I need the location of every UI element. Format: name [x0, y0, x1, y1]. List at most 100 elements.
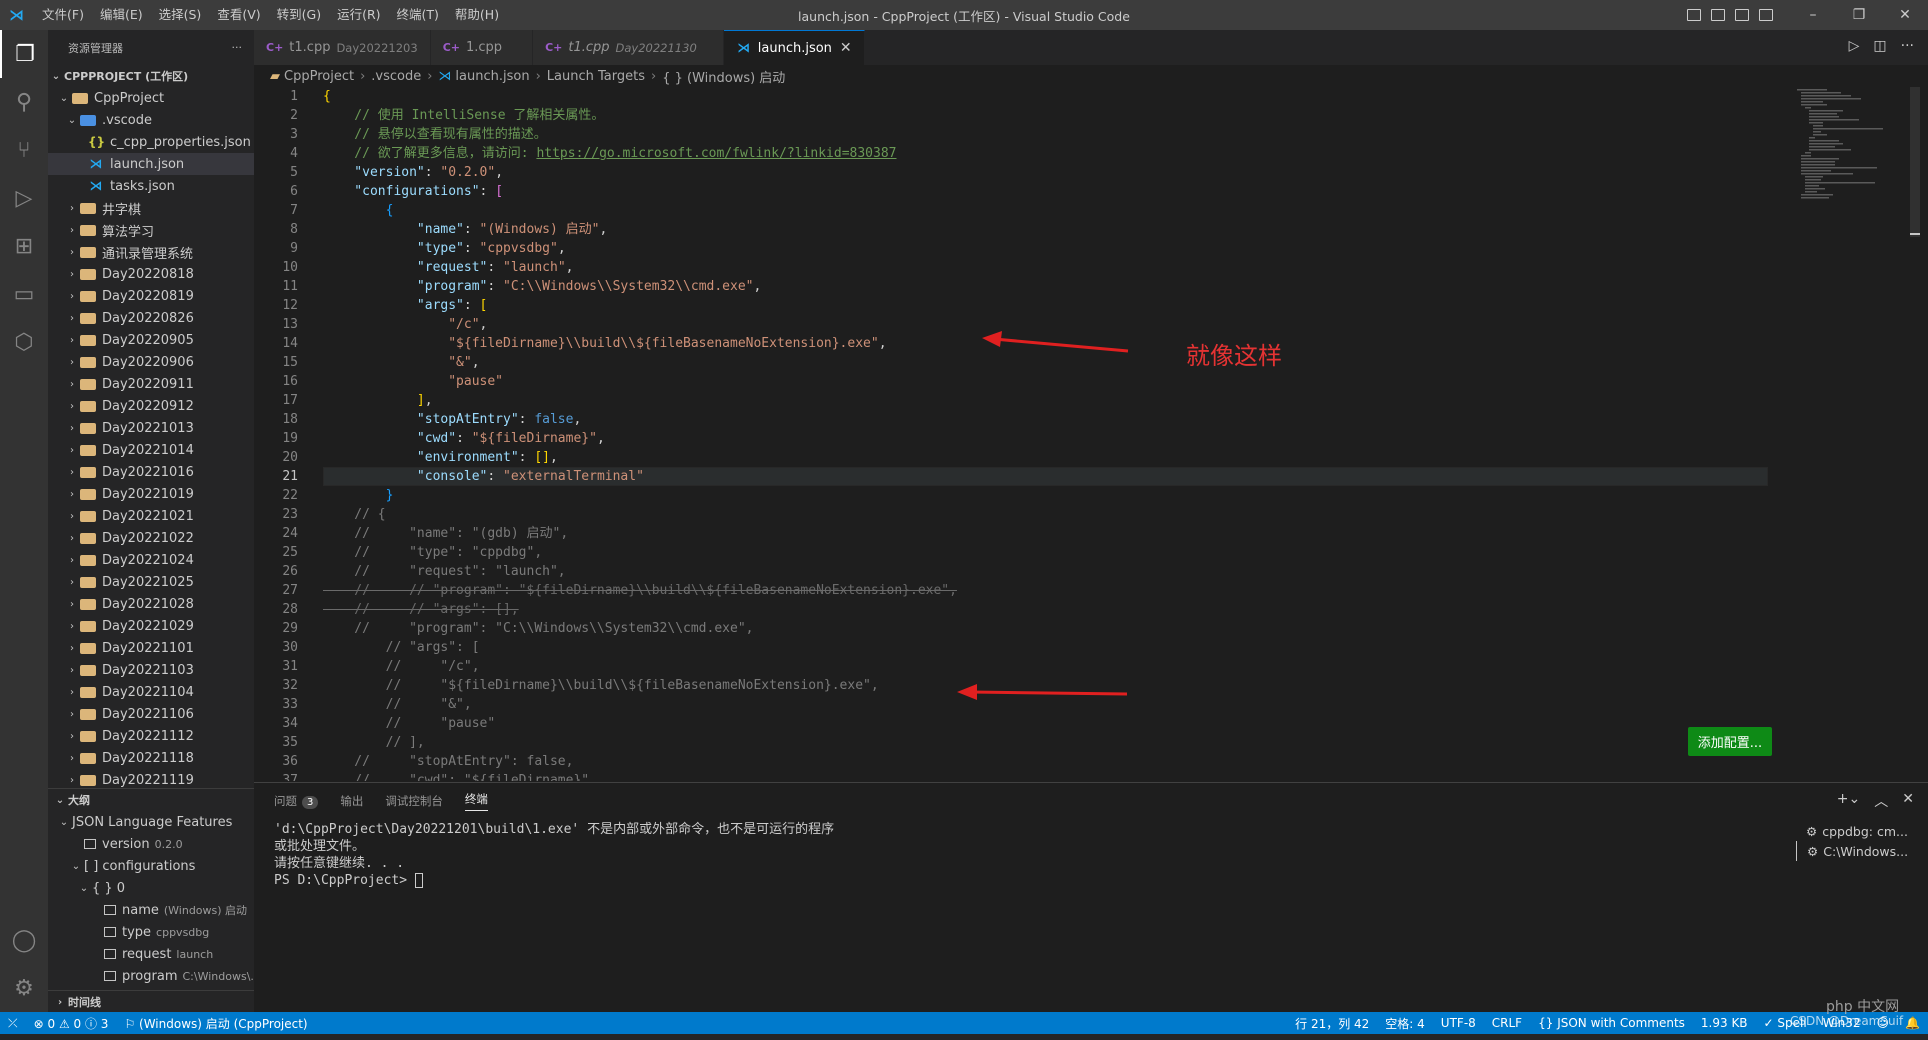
tree-item-tasks-json[interactable]: ⋊ tasks.json	[48, 175, 254, 197]
code-editor[interactable]: 1{2 // 使用 IntelliSense 了解相关属性。 3 // 悬停以查看…	[254, 87, 1774, 781]
vertical-scrollbar[interactable]	[1906, 87, 1920, 781]
tab-terminal[interactable]: 终端	[464, 791, 488, 811]
outline-configurations[interactable]: ⌄[ ] configurations	[48, 855, 254, 877]
breadcrumb-item[interactable]: { } (Windows) 启动	[662, 67, 785, 86]
restore-icon[interactable]: ❐	[1836, 7, 1882, 23]
tree-item-folder[interactable]: › Day20221118	[48, 747, 254, 769]
tab-t1-cpp-1130[interactable]: C+ t1.cpp Day20221130	[533, 30, 724, 65]
tree-item-cppproject[interactable]: ⌄ CppProject	[48, 87, 254, 109]
tree-item-folder[interactable]: › Day20221112	[48, 725, 254, 747]
toggle-panel-icon[interactable]	[1711, 9, 1725, 21]
terminal-output[interactable]: 'd:\CppProject\Day20221201\build\1.exe' …	[274, 821, 834, 889]
tree-item-folder[interactable]: › Day20221016	[48, 461, 254, 483]
tree-item-folder[interactable]: › Day20220911	[48, 373, 254, 395]
settings-gear-icon[interactable]: ⚙	[0, 964, 48, 1012]
close-panel-icon[interactable]: ✕	[1902, 791, 1914, 811]
debug-status[interactable]: ⚐ (Windows) 启动 (CppProject)	[116, 1015, 315, 1032]
more-actions-icon[interactable]: ···	[1901, 38, 1914, 54]
remote-explorer-icon[interactable]: ▭	[0, 270, 48, 318]
tab-launch-json[interactable]: ⋊ launch.json ✕	[723, 30, 865, 65]
tree-item-folder[interactable]: › Day20220818	[48, 263, 254, 285]
outline-header[interactable]: ⌄ 大纲	[48, 789, 254, 811]
explorer-icon[interactable]: ❐	[0, 30, 48, 78]
language-mode[interactable]: {} JSON with Comments	[1530, 1016, 1693, 1030]
tree-item-folder[interactable]: › Day20221022	[48, 527, 254, 549]
tree-item-folder[interactable]: › Day20220826	[48, 307, 254, 329]
menu-go[interactable]: 转到(G)	[269, 0, 329, 30]
tree-item-folder[interactable]: › Day20221101	[48, 637, 254, 659]
account-icon[interactable]: ◯	[0, 916, 48, 964]
run-icon[interactable]: ▷	[1849, 38, 1860, 54]
menu-selection[interactable]: 选择(S)	[151, 0, 210, 30]
tree-item-folder[interactable]: › 通讯录管理系统	[48, 241, 254, 263]
workspace-root[interactable]: ⌄ CPPPROJECT (工作区)	[48, 65, 254, 87]
tab-debug-console[interactable]: 调试控制台	[385, 793, 443, 809]
terminal-instance[interactable]: ⚙ cppdbg: cm...	[1796, 821, 1928, 841]
source-control-icon[interactable]: ⑂	[0, 126, 48, 174]
tab-1-cpp[interactable]: C+ 1.cpp	[430, 30, 534, 65]
breadcrumb-item[interactable]: launch.json	[455, 69, 529, 84]
split-editor-icon[interactable]: ◫	[1873, 38, 1886, 54]
tree-item-folder[interactable]: › Day20220906	[48, 351, 254, 373]
containers-icon[interactable]: ⬡	[0, 318, 48, 366]
tree-item-folder[interactable]: › Day20221019	[48, 483, 254, 505]
remote-indicator-icon[interactable]: ⤫	[0, 1016, 26, 1031]
new-terminal-icon[interactable]: +⌄	[1837, 791, 1860, 811]
problems-status[interactable]: ⊗ 0 ⚠ 0 ⓘ 3	[26, 1015, 117, 1032]
outline-program[interactable]: program C:\Windows\...	[48, 965, 254, 987]
outline-object-0[interactable]: ⌄{ } 0	[48, 877, 254, 899]
close-tab-icon[interactable]: ✕	[840, 40, 852, 56]
line-ending[interactable]: CRLF	[1484, 1016, 1530, 1030]
close-window-icon[interactable]: ✕	[1882, 7, 1928, 23]
cursor-position[interactable]: 行 21，列 42	[1287, 1015, 1377, 1032]
tab-t1-cpp-1203[interactable]: C+ t1.cpp Day20221203	[254, 30, 431, 65]
tree-item-vscode[interactable]: ⌄ .vscode	[48, 109, 254, 131]
run-debug-icon[interactable]: ▷	[0, 174, 48, 222]
tree-item-folder[interactable]: › Day20220905	[48, 329, 254, 351]
tree-item-c-cpp-properties[interactable]: {} c_cpp_properties.json	[48, 131, 254, 153]
tree-item-launch-json[interactable]: ⋊ launch.json	[48, 153, 254, 175]
tree-item-folder[interactable]: › Day20221104	[48, 681, 254, 703]
minimize-icon[interactable]: –	[1790, 7, 1836, 23]
tree-item-folder[interactable]: › Day20221103	[48, 659, 254, 681]
file-size[interactable]: 1.93 KB	[1693, 1016, 1756, 1030]
indentation[interactable]: 空格: 4	[1377, 1015, 1433, 1032]
customize-layout-icon[interactable]	[1759, 9, 1773, 21]
tree-item-folder[interactable]: › Day20221029	[48, 615, 254, 637]
tree-item-folder[interactable]: › Day20221021	[48, 505, 254, 527]
extensions-icon[interactable]: ⊞	[0, 222, 48, 270]
add-configuration-button[interactable]: 添加配置...	[1688, 727, 1772, 756]
search-icon[interactable]: ⚲	[0, 78, 48, 126]
tree-item-folder[interactable]: › Day20220819	[48, 285, 254, 307]
menu-terminal[interactable]: 终端(T)	[389, 0, 447, 30]
tab-output[interactable]: 输出	[340, 793, 363, 809]
outline-type[interactable]: type cppvsdbg	[48, 921, 254, 943]
tree-item-folder[interactable]: › Day20221013	[48, 417, 254, 439]
minimap[interactable]	[1793, 87, 1903, 207]
outline-request[interactable]: request launch	[48, 943, 254, 965]
outline-version[interactable]: version 0.2.0	[48, 833, 254, 855]
tab-problems[interactable]: 问题 3	[274, 793, 319, 809]
breadcrumb-item[interactable]: .vscode	[371, 69, 421, 84]
outline-root[interactable]: ⌄ JSON Language Features	[48, 811, 254, 833]
tree-item-folder[interactable]: › Day20221024	[48, 549, 254, 571]
breadcrumb-item[interactable]: CppProject	[284, 69, 354, 84]
tree-item-folder[interactable]: › 算法学习	[48, 219, 254, 241]
tree-item-folder[interactable]: › Day20221028	[48, 593, 254, 615]
tree-item-folder[interactable]: › 井字棋	[48, 197, 254, 219]
tree-item-folder[interactable]: › Day20221025	[48, 571, 254, 593]
outline-name[interactable]: name (Windows) 启动	[48, 899, 254, 921]
toggle-sidebar-icon[interactable]	[1687, 9, 1701, 21]
menu-view[interactable]: 查看(V)	[209, 0, 268, 30]
maximize-panel-icon[interactable]: ︿	[1874, 791, 1888, 811]
more-actions-icon[interactable]: ···	[232, 41, 243, 54]
encoding[interactable]: UTF-8	[1433, 1016, 1484, 1030]
tree-item-folder[interactable]: › Day20220912	[48, 395, 254, 417]
tree-item-folder[interactable]: › Day20221106	[48, 703, 254, 725]
terminal-instance[interactable]: ⚙ C:\Windows...	[1796, 841, 1928, 861]
timeline-header[interactable]: › 时间线	[48, 991, 254, 1012]
menu-help[interactable]: 帮助(H)	[447, 0, 507, 30]
tree-item-folder[interactable]: › Day20221014	[48, 439, 254, 461]
menu-file[interactable]: 文件(F)	[34, 0, 92, 30]
menu-run[interactable]: 运行(R)	[329, 0, 388, 30]
